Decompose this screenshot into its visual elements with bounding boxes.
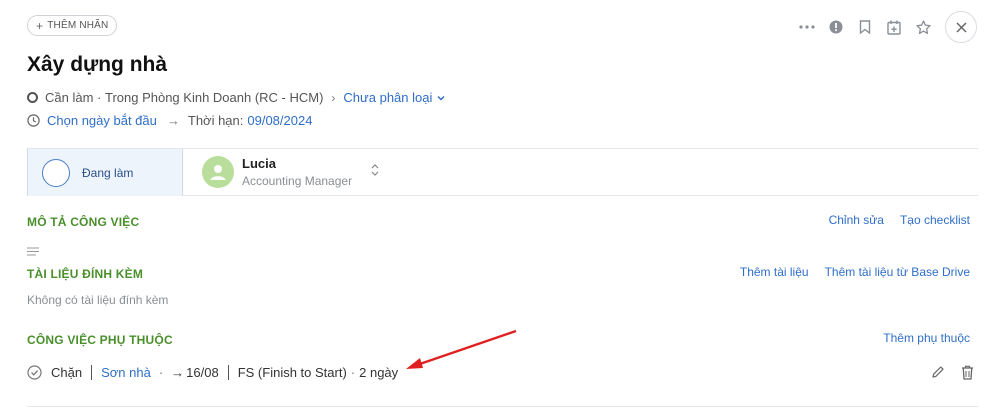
clock-icon (27, 114, 40, 127)
task-title[interactable]: Xây dựng nhà (27, 53, 167, 77)
assignee-role: Accounting Manager (242, 174, 353, 188)
assignee-selector[interactable]: Lucia Accounting Manager (202, 156, 352, 188)
header-actions (797, 11, 977, 43)
close-icon (955, 21, 967, 33)
dependency-lag: 2 ngày (359, 365, 399, 380)
pencil-icon (932, 366, 944, 378)
dependencies-actions: Thêm phụ thuộc (883, 331, 970, 345)
add-from-drive-link[interactable]: Thêm tài liệu từ Base Drive (825, 265, 970, 279)
status-circle-icon (27, 92, 38, 103)
dependency-relation: FS (Finish to Start) (237, 365, 347, 380)
plus-icon: + (36, 18, 44, 33)
calendar-add-icon[interactable] (884, 17, 904, 37)
category-dropdown[interactable]: Chưa phân loại (343, 90, 432, 105)
status-checkbox[interactable] (42, 158, 70, 187)
description-lines-icon[interactable] (27, 243, 39, 261)
alert-icon[interactable] (826, 17, 846, 37)
dependency-task-link[interactable]: Sơn nhà (101, 365, 151, 380)
dependency-type: Chặn (51, 365, 83, 380)
sort-updown-icon[interactable] (371, 163, 379, 182)
check-circle-icon (27, 365, 42, 380)
task-dates-row: Chọn ngày bắt đầu → Thời hạn: 09/08/2024 (27, 113, 312, 128)
annotation-arrow-icon (406, 329, 517, 369)
description-heading: MÔ TẢ CÔNG VIỆC (27, 215, 140, 229)
dependency-row: Chặn Sơn nhà · → 16/08 FS (Finish to Sta… (27, 365, 398, 380)
deadline-label: Thời hạn: (187, 113, 244, 128)
delete-dependency-button[interactable] (961, 365, 974, 385)
attachments-empty-text: Không có tài liệu đính kèm (27, 293, 169, 307)
create-checklist-link[interactable]: Tạo checklist (900, 213, 970, 227)
edit-dependency-button[interactable] (931, 365, 945, 384)
description-actions: Chỉnh sửa Tạo checklist (829, 213, 970, 227)
dependency-date: 16/08 (186, 365, 219, 380)
star-icon[interactable] (913, 17, 933, 37)
deadline-date[interactable]: 09/08/2024 (247, 113, 312, 128)
divider (27, 406, 978, 407)
dependencies-heading: CÔNG VIỆC PHỤ THUỘC (27, 333, 173, 347)
add-tag-label: THÊM NHÃN (47, 20, 109, 31)
add-dependency-link[interactable]: Thêm phụ thuộc (883, 331, 970, 345)
arrow-right-icon: → (171, 365, 185, 380)
edit-description-link[interactable]: Chỉnh sửa (829, 213, 884, 227)
task-location[interactable]: Trong Phòng Kinh Doanh (RC - HCM) (105, 90, 323, 105)
bookmark-icon[interactable] (855, 17, 875, 37)
status-toggle[interactable]: Đang làm (27, 149, 183, 196)
arrow-right-icon: → (166, 113, 180, 128)
status-bar: Đang làm Lucia Accounting Manager (27, 148, 978, 196)
more-icon[interactable] (797, 17, 817, 37)
task-meta-row: Cần làm · Trong Phòng Kinh Doanh (RC - H… (27, 90, 446, 105)
status-label: Đang làm (82, 165, 134, 180)
attachments-actions: Thêm tài liệu Thêm tài liệu từ Base Driv… (740, 265, 970, 279)
assignee-name: Lucia (242, 156, 276, 171)
add-attachment-link[interactable]: Thêm tài liệu (740, 265, 809, 279)
task-status[interactable]: Cần làm (45, 90, 93, 105)
close-button[interactable] (945, 11, 977, 43)
chevron-down-icon[interactable] (436, 93, 446, 103)
add-tag-button[interactable]: + THÊM NHÃN (27, 15, 118, 36)
attachments-heading: TÀI LIỆU ĐÍNH KÈM (27, 267, 144, 281)
start-date-picker[interactable]: Chọn ngày bắt đầu (47, 113, 157, 128)
trash-icon (962, 365, 973, 380)
avatar (202, 156, 234, 188)
chevron-right-icon: › (331, 90, 336, 105)
user-icon (210, 165, 226, 180)
